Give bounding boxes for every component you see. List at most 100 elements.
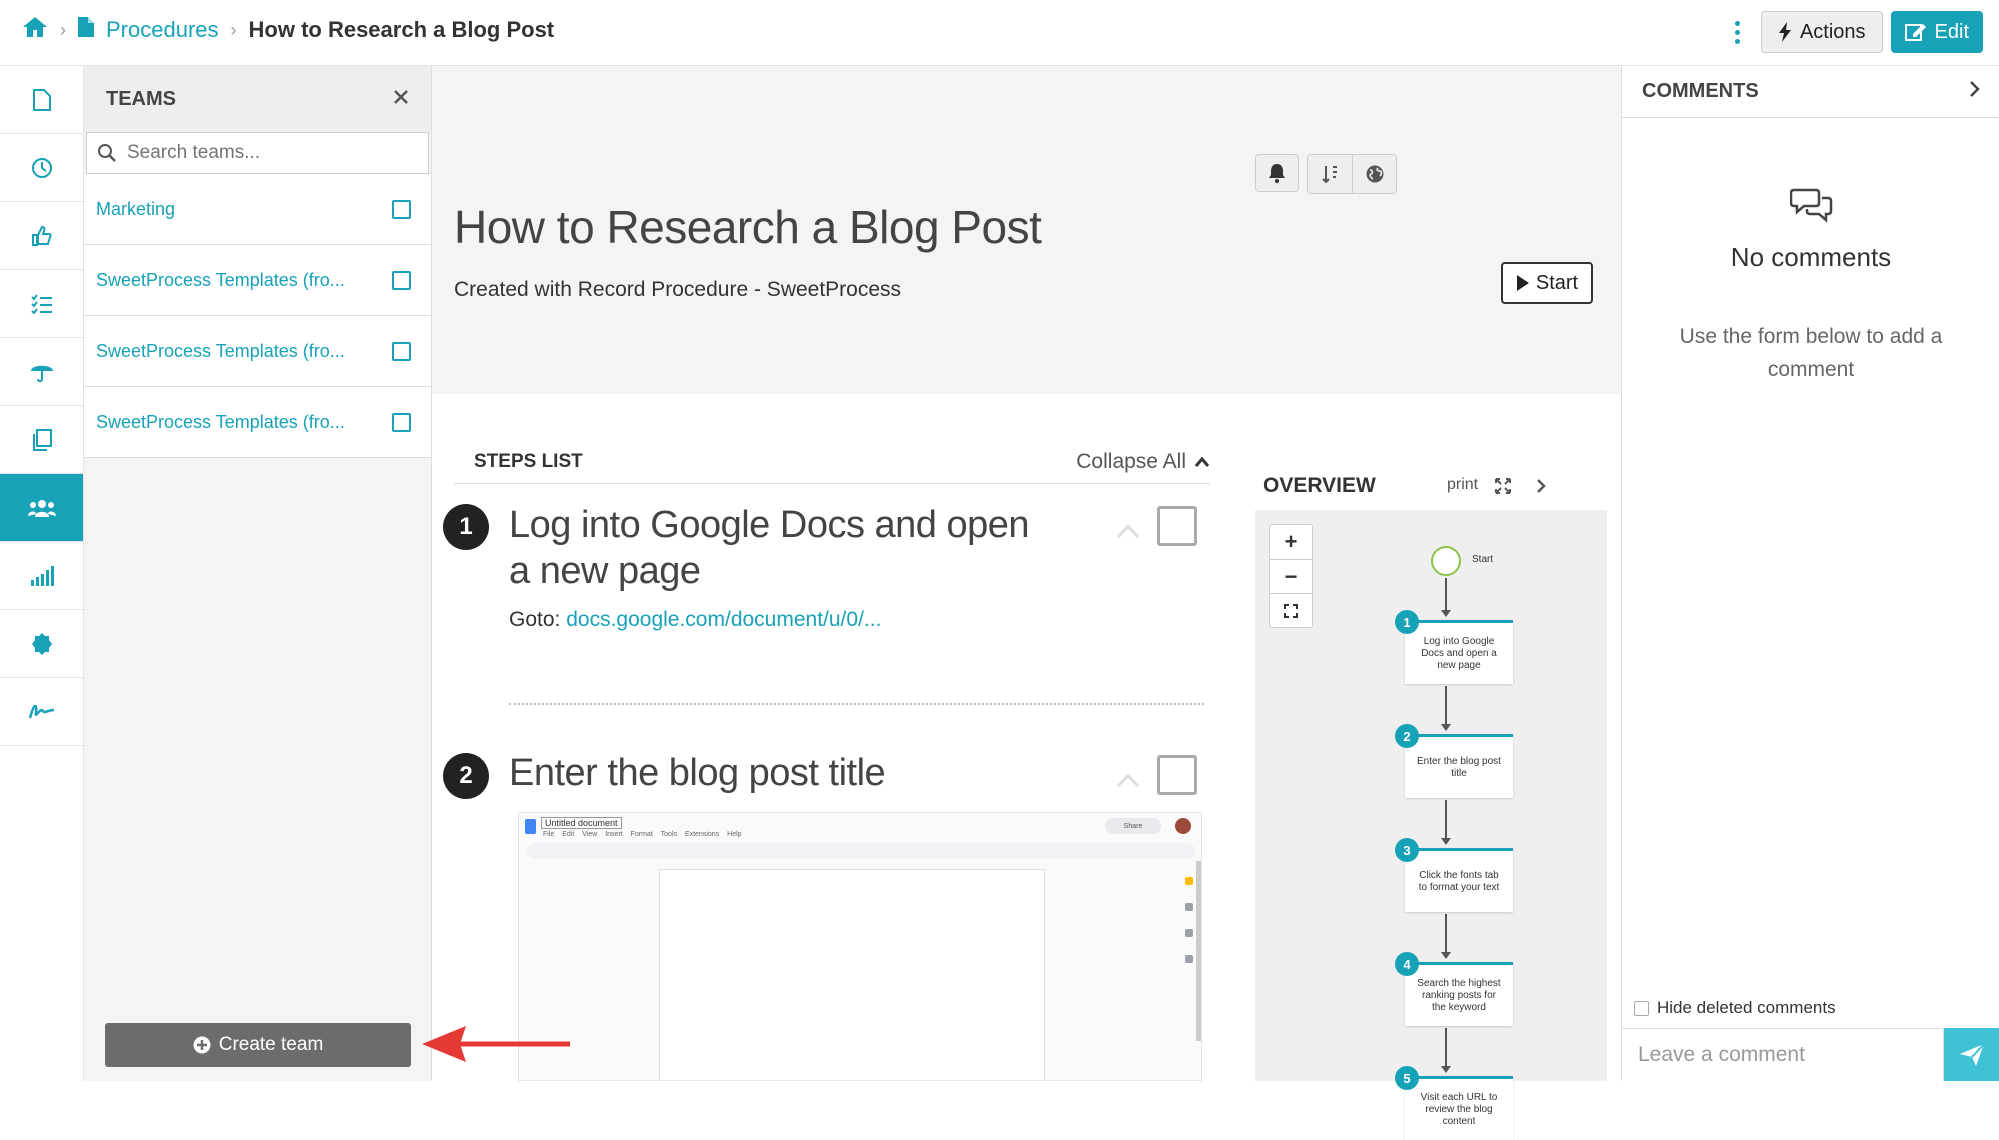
procedure-header: How to Research a Blog Post Created with… <box>432 66 1621 394</box>
flowchart-node-number: 2 <box>1395 724 1419 748</box>
team-row[interactable]: Marketing <box>84 174 431 245</box>
fit-icon <box>1284 603 1298 618</box>
clock-icon <box>31 157 52 178</box>
send-comment-button[interactable] <box>1944 1028 1999 1081</box>
step-title[interactable]: Log into Google Docs and open a new page <box>509 502 1049 594</box>
more-options-icon[interactable] <box>1723 11 1753 53</box>
team-name[interactable]: Marketing <box>96 199 175 220</box>
globe-icon <box>1366 165 1383 183</box>
nav-documents[interactable] <box>0 66 83 134</box>
chevron-right-icon[interactable] <box>1535 478 1547 499</box>
flowchart-connector <box>1445 914 1447 954</box>
doc-toolbar <box>527 843 1195 859</box>
procedure-title: How to Research a Blog Post <box>454 201 1042 253</box>
team-checkbox[interactable] <box>392 270 411 290</box>
start-label: Start <box>1535 271 1579 294</box>
breadcrumb-procedures[interactable]: Procedures <box>106 17 219 43</box>
step-screenshot: Untitled document File Edit View Insert … <box>518 812 1202 1081</box>
expand-icon[interactable] <box>1495 478 1511 499</box>
flowchart-node[interactable]: Log into Google Docs and open a new page <box>1405 620 1513 684</box>
nav-reports[interactable] <box>0 542 83 610</box>
nav-history[interactable] <box>0 134 83 202</box>
edit-button[interactable]: Edit <box>1890 11 1983 53</box>
comments-icon <box>1789 186 1834 229</box>
fit-view-button[interactable] <box>1270 593 1312 627</box>
chevron-right-icon[interactable] <box>1969 80 1981 104</box>
team-checkbox[interactable] <box>392 341 411 361</box>
flowchart-node[interactable]: Click the fonts tab to format your text <box>1405 848 1513 912</box>
copy-icon <box>32 428 52 451</box>
flowchart-canvas[interactable]: + − Start Log into Google Docs and open … <box>1255 510 1607 1140</box>
flowchart-node[interactable]: Visit each URL to review the blog conten… <box>1405 1076 1513 1140</box>
arrow-down-icon <box>1441 1066 1451 1073</box>
flowchart-node[interactable]: Enter the blog post title <box>1405 734 1513 798</box>
lightning-icon <box>1778 22 1791 42</box>
badge-icon <box>31 632 52 655</box>
doc-share: Share <box>1105 818 1161 834</box>
checklist-icon <box>30 293 52 314</box>
chevron-up-icon[interactable] <box>1116 524 1140 548</box>
nav-tasks[interactable] <box>0 270 83 338</box>
comment-input[interactable]: Leave a comment <box>1622 1028 1944 1081</box>
collapse-all-label: Collapse All <box>1076 449 1186 473</box>
avatar <box>1175 818 1191 834</box>
nav-policies[interactable] <box>0 338 83 406</box>
steps-list-title: STEPS LIST <box>474 450 583 472</box>
step-divider <box>509 703 1204 705</box>
team-checkbox[interactable] <box>392 199 411 219</box>
home-icon[interactable] <box>22 16 48 44</box>
teams-panel-header: TEAMS <box>84 66 431 132</box>
team-name[interactable]: SweetProcess Templates (fro... <box>96 270 345 291</box>
step-checkbox[interactable] <box>1157 506 1197 546</box>
notifications-button[interactable] <box>1255 154 1299 192</box>
play-icon <box>1516 275 1529 291</box>
zoom-in-button[interactable]: + <box>1270 525 1312 559</box>
zoom-out-button[interactable]: − <box>1270 559 1312 593</box>
teams-search-input[interactable] <box>127 142 407 164</box>
flowchart-node-number: 4 <box>1395 952 1419 976</box>
nav-badges[interactable] <box>0 610 83 678</box>
flowchart-start-node[interactable] <box>1431 546 1461 576</box>
left-nav-rail <box>0 66 84 1081</box>
collapse-all-button[interactable]: Collapse All <box>1076 450 1210 474</box>
goto-label: Goto: <box>509 608 561 631</box>
flowchart-connector <box>1445 686 1447 726</box>
flowchart-node-number: 5 <box>1395 1066 1419 1090</box>
nav-teams[interactable] <box>0 474 83 542</box>
team-checkbox[interactable] <box>392 412 411 432</box>
flowchart-connector <box>1445 800 1447 840</box>
signal-bars-icon <box>30 565 54 586</box>
flowchart-node-number: 3 <box>1395 838 1419 862</box>
doc-page <box>659 869 1045 1080</box>
language-button[interactable] <box>1352 155 1396 193</box>
team-name[interactable]: SweetProcess Templates (fro... <box>96 341 345 362</box>
hide-deleted-toggle[interactable]: Hide deleted comments <box>1634 998 1836 1018</box>
team-row[interactable]: SweetProcess Templates (fro... <box>84 316 431 387</box>
step-checkbox[interactable] <box>1157 755 1197 795</box>
step-title[interactable]: Enter the blog post title <box>509 750 1109 796</box>
start-button[interactable]: Start <box>1501 262 1593 304</box>
nav-signatures[interactable] <box>0 678 83 746</box>
nav-approvals[interactable] <box>0 202 83 270</box>
close-icon[interactable] <box>393 88 409 111</box>
annotation-arrow-icon <box>422 1026 570 1062</box>
step-number: 1 <box>443 504 489 550</box>
file-icon <box>32 88 51 111</box>
nav-copies[interactable] <box>0 406 83 474</box>
doc-menu: File Edit View Insert Format Tools Exten… <box>543 831 742 838</box>
actions-button[interactable]: Actions <box>1760 11 1883 53</box>
chevron-up-icon[interactable] <box>1116 773 1140 797</box>
sort-button[interactable] <box>1308 155 1352 193</box>
hide-deleted-checkbox[interactable] <box>1634 1000 1649 1016</box>
arrow-down-icon <box>1441 724 1451 731</box>
team-name[interactable]: SweetProcess Templates (fro... <box>96 412 345 433</box>
flowchart-node[interactable]: Search the highest ranking posts for the… <box>1405 962 1513 1026</box>
create-team-button[interactable]: Create team <box>105 1023 411 1067</box>
step-number: 2 <box>443 753 489 799</box>
flowchart-connector <box>1445 1028 1447 1068</box>
team-row[interactable]: SweetProcess Templates (fro... <box>84 387 431 458</box>
print-link[interactable]: print <box>1447 476 1478 494</box>
team-row[interactable]: SweetProcess Templates (fro... <box>84 245 431 316</box>
goto-link[interactable]: docs.google.com/document/u/0/... <box>566 608 881 631</box>
teams-panel-title: TEAMS <box>106 87 176 110</box>
